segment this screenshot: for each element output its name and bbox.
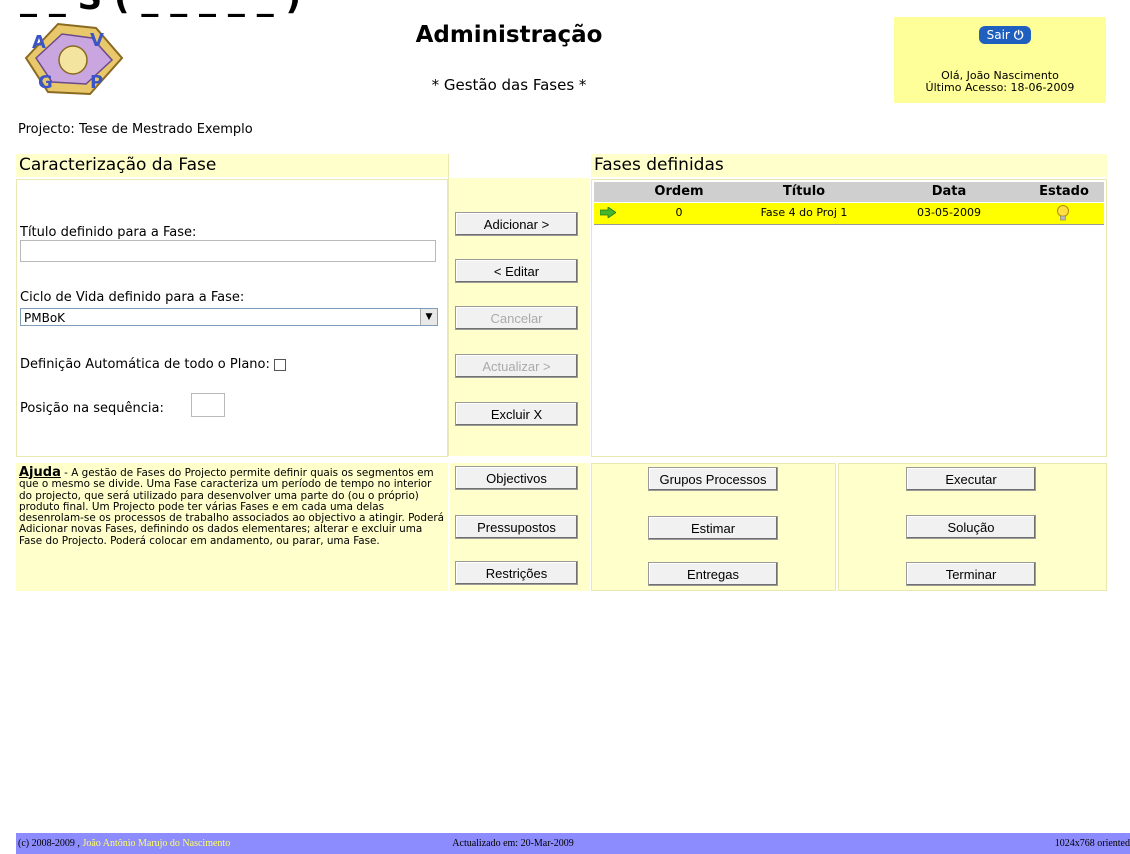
update-button[interactable]: Actualizar > bbox=[455, 354, 578, 378]
column-header-ordem: Ordem bbox=[654, 184, 704, 199]
row-data: 03-05-2009 bbox=[917, 206, 981, 219]
table-header: Ordem Título Data Estado bbox=[594, 182, 1104, 202]
deliverables-button[interactable]: Entregas bbox=[648, 562, 778, 586]
column-header-estado: Estado bbox=[1039, 184, 1089, 199]
last-access: Último Acesso: 18-06-2009 bbox=[925, 81, 1075, 94]
table-row[interactable]: 0 Fase 4 do Proj 1 03-05-2009 bbox=[594, 203, 1104, 225]
cutoff-header-text: _ _ S ( _ _ _ _ _ ) bbox=[20, 0, 301, 18]
chevron-down-icon[interactable]: ▼ bbox=[420, 309, 437, 325]
footer-updated: Actualizado em: 20-Mar-2009 bbox=[452, 838, 574, 849]
logout-label: Sair bbox=[986, 28, 1010, 42]
objectives-button[interactable]: Objectivos bbox=[455, 466, 578, 490]
bottom-nav-column-3: Executar Solução Terminar bbox=[838, 463, 1107, 591]
solution-button[interactable]: Solução bbox=[906, 515, 1036, 539]
phase-form-heading: Caracterização da Fase bbox=[16, 154, 448, 177]
row-titulo: Fase 4 do Proj 1 bbox=[760, 206, 848, 219]
delete-button[interactable]: Excluir X bbox=[455, 402, 578, 426]
process-groups-button[interactable]: Grupos Processos bbox=[648, 467, 778, 491]
column-header-data: Data bbox=[931, 184, 967, 199]
row-ordem: 0 bbox=[675, 206, 683, 219]
lightbulb-icon[interactable] bbox=[1056, 204, 1070, 222]
lifecycle-label: Ciclo de Vida definido para a Fase: bbox=[20, 290, 245, 305]
estimate-button[interactable]: Estimar bbox=[648, 516, 778, 540]
column-header-titulo: Título bbox=[782, 184, 826, 199]
title-label: Título definido para a Fase: bbox=[20, 225, 197, 240]
help-box: Ajuda - A gestão de Fases do Projecto pe… bbox=[16, 463, 448, 591]
arrow-right-icon[interactable] bbox=[600, 207, 616, 218]
page-title: Administração bbox=[415, 22, 603, 48]
assumptions-button[interactable]: Pressupostos bbox=[455, 515, 578, 539]
position-input[interactable] bbox=[191, 393, 225, 417]
phases-panel: Fases definidas Ordem Título Data Estado… bbox=[591, 154, 1107, 457]
execute-button[interactable]: Executar bbox=[906, 467, 1036, 491]
user-info-box: Sair ⏻ Olá, João Nascimento Último Acesso… bbox=[894, 17, 1106, 103]
phases-table: Ordem Título Data Estado 0 Fase 4 do Pro… bbox=[591, 179, 1107, 457]
footer: (c) 2008-2009 , João Antônio Marujo do N… bbox=[16, 833, 1130, 854]
help-text: - A gestão de Fases do Projecto permite … bbox=[19, 467, 444, 547]
phase-form-panel: Caracterização da Fase Título definido p… bbox=[16, 154, 449, 457]
auto-plan-row: Definição Automática de todo o Plano: bbox=[20, 357, 286, 372]
add-button[interactable]: Adicionar > bbox=[455, 212, 578, 236]
phase-title-input[interactable] bbox=[20, 240, 436, 262]
bottom-nav-column-1: Objectivos Pressupostos Restrições bbox=[450, 463, 590, 591]
bottom-nav-column-2: Grupos Processos Estimar Entregas bbox=[591, 463, 836, 591]
page-subtitle: * Gestão das Fases * bbox=[431, 76, 587, 94]
auto-plan-label: Definição Automática de todo o Plano: bbox=[20, 357, 270, 372]
action-column: Adicionar > < Editar Cancelar Actualizar… bbox=[450, 178, 590, 456]
restrictions-button[interactable]: Restrições bbox=[455, 561, 578, 585]
lifecycle-select[interactable]: PMBoK ▼ bbox=[20, 308, 438, 326]
project-name: Projecto: Tese de Mestrado Exemplo bbox=[18, 122, 253, 137]
lifecycle-selected-value: PMBoK bbox=[24, 311, 66, 325]
auto-plan-checkbox[interactable] bbox=[273, 358, 286, 371]
cancel-button[interactable]: Cancelar bbox=[455, 306, 578, 330]
position-label: Posição na sequência: bbox=[20, 401, 164, 416]
edit-button[interactable]: < Editar bbox=[455, 259, 578, 283]
footer-resolution: 1024x768 oriented bbox=[1054, 838, 1130, 849]
phases-heading: Fases definidas bbox=[591, 154, 1107, 177]
finish-button[interactable]: Terminar bbox=[906, 562, 1036, 586]
logout-button[interactable]: Sair ⏻ bbox=[979, 26, 1031, 44]
power-icon: ⏻ bbox=[1013, 28, 1024, 42]
phase-form-body: Título definido para a Fase: Ciclo de Vi… bbox=[16, 179, 448, 457]
